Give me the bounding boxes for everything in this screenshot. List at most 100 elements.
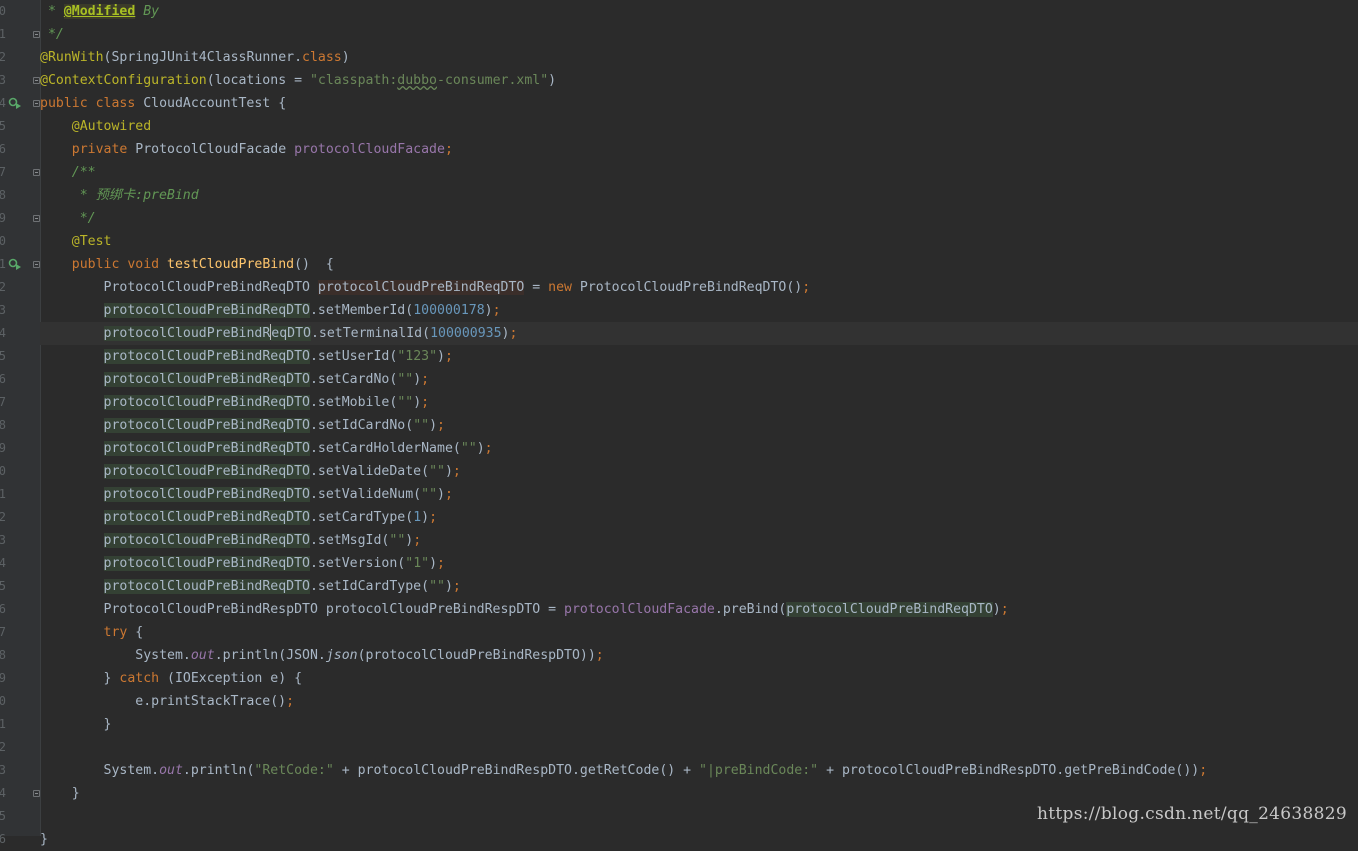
- code-token: out: [159, 763, 183, 778]
- code-token: "": [460, 441, 477, 456]
- code-token: By: [135, 4, 160, 19]
- code-line[interactable]: @ContextConfiguration(locations = "class…: [40, 69, 1358, 92]
- code-line[interactable]: protocolCloudPreBindReqDTO.setCardHolder…: [40, 437, 1358, 460]
- code-token: ;: [413, 533, 422, 548]
- code-token: json: [325, 648, 358, 663]
- code-line[interactable]: }: [40, 828, 1358, 851]
- code-line[interactable]: System.out.println("RetCode:" + protocol…: [40, 759, 1358, 782]
- code-line[interactable]: private ProtocolCloudFacade protocolClou…: [40, 138, 1358, 161]
- code-token: @ContextConfiguration: [40, 73, 207, 88]
- fold-toggle-icon[interactable]: [33, 215, 40, 222]
- code-line[interactable]: /**: [40, 161, 1358, 184]
- code-line[interactable]: public void testCloudPreBind() {: [40, 253, 1358, 276]
- line-number: 0: [0, 4, 6, 18]
- code-token: ;: [421, 395, 430, 410]
- code-token: + protocolCloudPreBindRespDTO.getPreBind…: [818, 763, 1200, 778]
- code-token: ;: [452, 579, 461, 594]
- code-line[interactable]: protocolCloudPreBindReqDTO.setCardType(1…: [40, 506, 1358, 529]
- code-line[interactable]: [40, 736, 1358, 759]
- code-token: "": [397, 395, 414, 410]
- code-line[interactable]: public class CloudAccountTest {: [40, 92, 1358, 115]
- code-line[interactable]: protocolCloudPreBindReqDTO.setMemberId(1…: [40, 299, 1358, 322]
- code-token: ): [413, 395, 422, 410]
- code-token: ;: [421, 372, 430, 387]
- code-line[interactable]: } catch (IOException e) {: [40, 667, 1358, 690]
- line-number: 7: [0, 395, 6, 409]
- code-token: protocolCloudPreBindReqDTO: [317, 280, 525, 295]
- line-number: 4: [0, 326, 6, 340]
- code-token: =: [524, 280, 549, 295]
- code-token: protocolCloudPreBindReqDTO: [103, 395, 310, 410]
- code-token: new: [548, 280, 580, 295]
- code-token: protocolCloudPreBindReqDTO: [103, 579, 310, 594]
- code-token: ): [429, 556, 438, 571]
- run-test-icon[interactable]: [8, 257, 22, 271]
- code-editor[interactable]: * @Modified By */ @RunWith(SpringJUnit4Cl…: [40, 0, 1358, 847]
- code-line[interactable]: @Autowired: [40, 115, 1358, 138]
- code-line[interactable]: */: [40, 23, 1358, 46]
- line-number: 4: [0, 96, 6, 110]
- code-line[interactable]: ProtocolCloudPreBindReqDTO protocolCloud…: [40, 276, 1358, 299]
- code-line[interactable]: protocolCloudPreBindReqDTO.setIdCardNo("…: [40, 414, 1358, 437]
- code-line[interactable]: protocolCloudPreBindReqDTO.setMsgId("");: [40, 529, 1358, 552]
- code-token: .setValideDate(: [309, 464, 430, 479]
- code-token: testCloudPreBind: [167, 257, 295, 272]
- code-token: "": [421, 487, 438, 502]
- code-token: }: [40, 671, 120, 686]
- code-line[interactable]: * 预绑卡:preBind: [40, 184, 1358, 207]
- code-line[interactable]: protocolCloudPreBindReqDTO.setUserId("12…: [40, 345, 1358, 368]
- code-token: ): [476, 441, 485, 456]
- code-token: * 预绑卡:preBind: [40, 188, 199, 203]
- fold-toggle-icon[interactable]: [33, 790, 40, 797]
- fold-toggle-icon[interactable]: [33, 100, 40, 107]
- code-line[interactable]: e.printStackTrace();: [40, 690, 1358, 713]
- code-token: dubbo: [397, 73, 437, 88]
- run-test-icon[interactable]: [8, 96, 22, 110]
- code-line[interactable]: try {: [40, 621, 1358, 644]
- code-line[interactable]: }: [40, 782, 1358, 805]
- code-line[interactable]: protocolCloudPreBindReqDTO.setIdCardType…: [40, 575, 1358, 598]
- code-token: .setMsgId(: [309, 533, 390, 548]
- code-token: e.printStackTrace(): [40, 694, 287, 709]
- code-token: (IOException e) {: [167, 671, 303, 686]
- fold-toggle-icon[interactable]: [33, 31, 40, 38]
- line-number: 7: [0, 165, 6, 179]
- line-number: 9: [0, 441, 6, 455]
- code-token: "": [429, 464, 445, 479]
- code-token: (SpringJUnit4ClassRunner.: [103, 50, 303, 65]
- code-token: 1: [413, 510, 422, 525]
- code-line[interactable]: protocolCloudPreBindReqDTO.setVersion("1…: [40, 552, 1358, 575]
- code-line[interactable]: protocolCloudPreBindReqDTO.setCardNo("")…: [40, 368, 1358, 391]
- code-line[interactable]: */: [40, 207, 1358, 230]
- code-token: .setTerminalId(: [310, 326, 431, 341]
- code-line[interactable]: protocolCloudPreBindReqDTO.setValideNum(…: [40, 483, 1358, 506]
- code-token: .setCardType(: [309, 510, 414, 525]
- code-token: protocolCloudFacade: [564, 602, 715, 617]
- code-token: ): [437, 487, 445, 502]
- code-line[interactable]: protocolCloudPreBindReqDTO.setMobile("")…: [40, 391, 1358, 414]
- fold-toggle-icon[interactable]: [33, 261, 40, 268]
- code-token: protocolCloudFacade: [294, 142, 445, 157]
- code-token: private: [40, 142, 136, 157]
- code-line[interactable]: protocolCloudPreBindReqDTO.setValideDate…: [40, 460, 1358, 483]
- line-number: 1: [0, 487, 6, 501]
- code-token: ;: [802, 280, 811, 295]
- code-token: "": [413, 418, 430, 433]
- code-token: protocolCloudPreBindR: [103, 326, 271, 341]
- code-line[interactable]: * @Modified By: [40, 0, 1358, 23]
- code-token: ): [484, 303, 493, 318]
- fold-toggle-icon[interactable]: [33, 77, 40, 84]
- code-line[interactable]: System.out.println(JSON.json(protocolClo…: [40, 644, 1358, 667]
- code-token: ;: [286, 694, 295, 709]
- code-token: ;: [1000, 602, 1009, 617]
- code-token: "RetCode:": [254, 763, 334, 778]
- code-line[interactable]: @Test: [40, 230, 1358, 253]
- code-line[interactable]: ProtocolCloudPreBindRespDTO protocolClou…: [40, 598, 1358, 621]
- code-line[interactable]: @RunWith(SpringJUnit4ClassRunner.class): [40, 46, 1358, 69]
- fold-toggle-icon[interactable]: [33, 169, 40, 176]
- code-line[interactable]: protocolCloudPreBindReqDTO.setTerminalId…: [40, 322, 1358, 345]
- code-line[interactable]: }: [40, 713, 1358, 736]
- code-token: "": [397, 372, 414, 387]
